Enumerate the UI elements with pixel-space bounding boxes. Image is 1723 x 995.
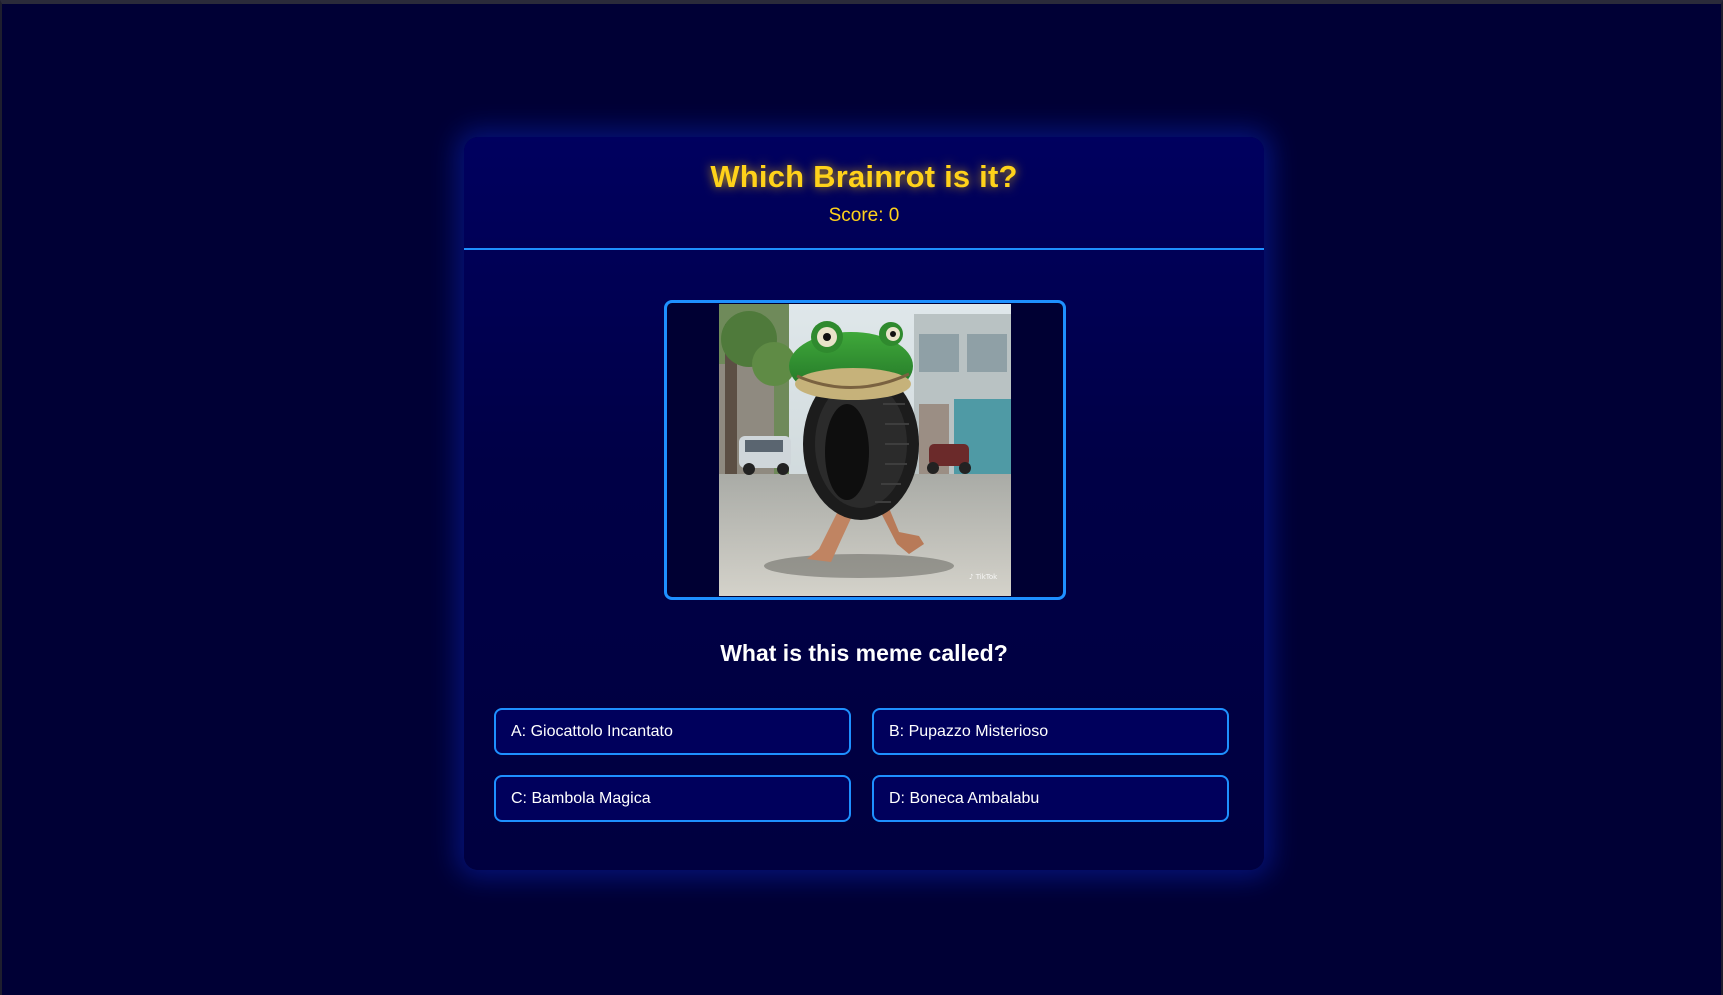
score-display: Score: 0: [828, 205, 900, 226]
quiz-header: Which Brainrot is it? Score: 0: [464, 137, 1264, 250]
svg-text:♪ TikTok: ♪ TikTok: [969, 573, 998, 581]
question-text: What is this meme called?: [720, 640, 1008, 666]
meme-image: ♪ TikTok: [719, 304, 1011, 596]
quiz-title: Which Brainrot is it?: [710, 159, 1018, 194]
answer-option-d[interactable]: D: Boneca Ambalabu: [872, 775, 1229, 822]
quiz-card: Which Brainrot is it? Score: 0 ♪ TikTok …: [464, 137, 1264, 870]
meme-image-frame: ♪ TikTok: [664, 300, 1066, 600]
answer-option-a[interactable]: A: Giocattolo Incantato: [494, 708, 851, 755]
answer-option-b[interactable]: B: Pupazzo Misterioso: [872, 708, 1229, 755]
answer-option-c[interactable]: C: Bambola Magica: [494, 775, 851, 822]
browser-viewport: Which Brainrot is it? Score: 0 ♪ TikTok …: [0, 0, 1723, 995]
